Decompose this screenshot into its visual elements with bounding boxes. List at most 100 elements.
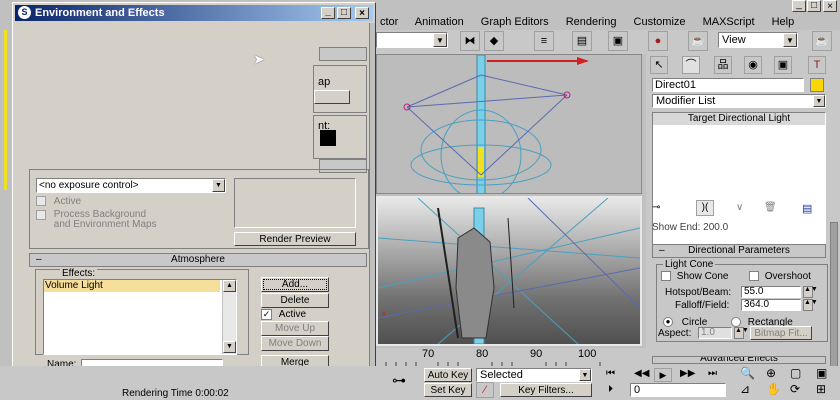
maximize-viewport-icon[interactable]: ⊞ — [816, 382, 826, 396]
viewport-perspective[interactable]: x — [376, 196, 642, 346]
field-of-view-icon[interactable]: ⊿ — [740, 382, 750, 396]
object-color-swatch[interactable] — [810, 78, 824, 92]
exposure-control-dropdown[interactable]: <no exposure control> ▼ — [36, 178, 226, 193]
hotspot-spinner[interactable]: ▲▼ — [803, 286, 818, 298]
modify-tab-icon[interactable]: ⌒ — [682, 56, 700, 74]
arc-rotate-icon[interactable]: ⟳ — [790, 382, 800, 396]
layers-icon[interactable]: ≡ — [534, 31, 554, 51]
go-to-start-icon[interactable]: ⏮ — [606, 368, 615, 379]
pin-stack-icon[interactable]: ⊸ — [652, 202, 660, 213]
delete-effect-button[interactable]: Delete — [261, 293, 329, 308]
pan-icon[interactable]: ✋ — [766, 382, 781, 396]
modifier-stack-item[interactable]: Target Directional Light — [653, 113, 825, 125]
set-key-button[interactable]: Set Key — [424, 383, 472, 397]
dialog-maximize-button[interactable]: □ — [337, 7, 351, 19]
overshoot-checkbox[interactable]: Overshoot — [749, 271, 811, 282]
maximize-main-button[interactable]: □ — [807, 0, 821, 12]
motion-tab-icon[interactable]: ◉ — [744, 56, 762, 74]
zoom-all-icon[interactable]: ⊕ — [766, 366, 776, 380]
stack-controls: ⊸ )( ∨ 🗑 ▤ — [652, 200, 826, 220]
modifier-list-dropdown[interactable]: Modifier List ▼ — [652, 94, 826, 108]
hierarchy-tab-icon[interactable]: 品 — [714, 56, 732, 74]
utilities-tab-icon[interactable]: T — [808, 56, 826, 74]
falloff-spinner[interactable]: ▲▼ — [803, 299, 818, 311]
render-type-dropdown[interactable]: View ▼ — [718, 32, 798, 48]
advanced-effects-header-partial[interactable]: Advanced Effects — [652, 356, 826, 364]
aspect-spinner[interactable]: ▲▼ — [734, 327, 749, 339]
directional-params-header[interactable]: – Directional Parameters — [652, 244, 826, 258]
dialog-title-bar[interactable]: S Environment and Effects _ □ × — [15, 5, 373, 21]
viewport-active-border — [4, 30, 7, 190]
minimize-main-button[interactable]: _ — [792, 0, 806, 12]
scroll-down-icon[interactable]: ▼ — [223, 341, 236, 353]
viewport-top[interactable] — [376, 54, 642, 194]
auto-key-button[interactable]: Auto Key — [424, 368, 472, 382]
show-cone-checkbox[interactable]: Show Cone — [661, 271, 728, 282]
move-up-label: Move Up — [274, 323, 315, 334]
close-main-button[interactable]: × — [823, 0, 837, 12]
schematic-icon[interactable]: ▣ — [608, 31, 628, 51]
effect-active-checkbox[interactable]: ✓ Active — [261, 309, 306, 321]
environment-map-button-partial[interactable] — [314, 90, 350, 104]
menu-item-maxscript[interactable]: MAXScript — [703, 16, 755, 28]
bitmap-fit-button[interactable]: Bitmap Fit... — [750, 326, 812, 340]
zoom-extents-icon[interactable]: ▢ — [790, 366, 801, 380]
common-params-header-partial[interactable] — [319, 47, 367, 61]
toolbar-dropdown-partial[interactable]: ▼ — [376, 32, 448, 48]
hotspot-input[interactable]: 55.0 — [741, 286, 801, 298]
dialog-scrollbar[interactable] — [369, 23, 375, 389]
atmosphere-rollout-header[interactable]: – Atmosphere — [29, 253, 367, 267]
command-panel-scrollbar[interactable] — [830, 222, 838, 370]
tint-color-swatch[interactable] — [320, 130, 336, 146]
move-up-button[interactable]: Move Up — [261, 321, 329, 336]
timeline-tick-80: 80 — [476, 348, 489, 360]
zoom-icon[interactable]: 🔍 — [740, 366, 755, 380]
key-mode-icon[interactable]: ⊶ — [392, 372, 406, 389]
material-editor-icon[interactable]: ● — [648, 31, 668, 51]
menu-item-rendering[interactable]: Rendering — [566, 16, 617, 28]
window-controls: _ □ × — [792, 0, 840, 14]
render-preview-button[interactable]: Render Preview — [234, 232, 356, 246]
menu-item-help[interactable]: Help — [772, 16, 795, 28]
mirror-icon[interactable]: ⧓ — [460, 31, 480, 51]
align-icon[interactable]: ◆ — [484, 31, 504, 51]
play-icon[interactable]: ▶ — [654, 368, 672, 382]
render-scene-icon[interactable]: ☕ — [688, 31, 708, 51]
object-name-field[interactable]: Direct01 — [652, 78, 804, 92]
track-view-icon[interactable]: ▤ — [572, 31, 592, 51]
effects-list-scrollbar[interactable]: ▲ ▼ — [222, 280, 236, 354]
previous-frame-icon[interactable]: ◀◀ — [634, 368, 649, 379]
zoom-extents-all-icon[interactable]: ▣ — [816, 366, 827, 380]
menu-item-customize[interactable]: Customize — [634, 16, 686, 28]
quick-render-icon[interactable]: ☕ — [812, 31, 832, 51]
exposure-active-checkbox[interactable]: Active — [36, 196, 81, 207]
make-unique-icon[interactable]: ∨ — [736, 202, 743, 213]
dialog-minimize-button[interactable]: _ — [321, 7, 335, 19]
chevron-down-icon: ▼ — [433, 33, 447, 47]
menu-item-graph-editors[interactable]: Graph Editors — [481, 16, 549, 28]
effects-list-item[interactable]: Volume Light — [44, 280, 220, 292]
menu-item-partial[interactable]: ctor — [380, 16, 398, 28]
move-down-button[interactable]: Move Down — [261, 336, 329, 351]
create-tab-icon[interactable]: ↖ — [650, 56, 668, 74]
selection-set-dropdown[interactable]: Selected ▼ — [476, 368, 592, 382]
aspect-input[interactable]: 1.0 — [698, 327, 732, 339]
scroll-up-icon[interactable]: ▲ — [223, 280, 236, 292]
next-frame-icon[interactable]: ▶▶ — [680, 368, 695, 379]
timeline[interactable]: 70 80 90 100 — [376, 348, 646, 366]
display-tab-icon[interactable]: ▣ — [774, 56, 792, 74]
menu-item-animation[interactable]: Animation — [415, 16, 464, 28]
remove-modifier-icon[interactable]: 🗑 — [764, 202, 777, 213]
process-bg-checkbox[interactable]: Process Background and Environment Maps — [36, 210, 157, 230]
dialog-close-button[interactable]: × — [355, 7, 369, 19]
add-effect-button[interactable]: Add... — [261, 277, 329, 292]
falloff-input[interactable]: 364.0 — [741, 299, 801, 311]
current-frame-input[interactable]: 0 — [630, 383, 726, 397]
effects-list[interactable]: Volume Light ▲ ▼ — [43, 279, 237, 355]
key-tangent-icon[interactable]: ⁄ — [476, 382, 494, 398]
key-filters-button[interactable]: Key Filters... — [500, 383, 592, 397]
key-mode-toggle-icon[interactable]: ⏵ — [608, 384, 613, 395]
show-end-result-icon[interactable]: )( — [696, 200, 714, 216]
configure-modifier-sets-icon[interactable]: ▤ — [802, 202, 812, 215]
go-to-end-icon[interactable]: ⏭ — [708, 368, 717, 379]
